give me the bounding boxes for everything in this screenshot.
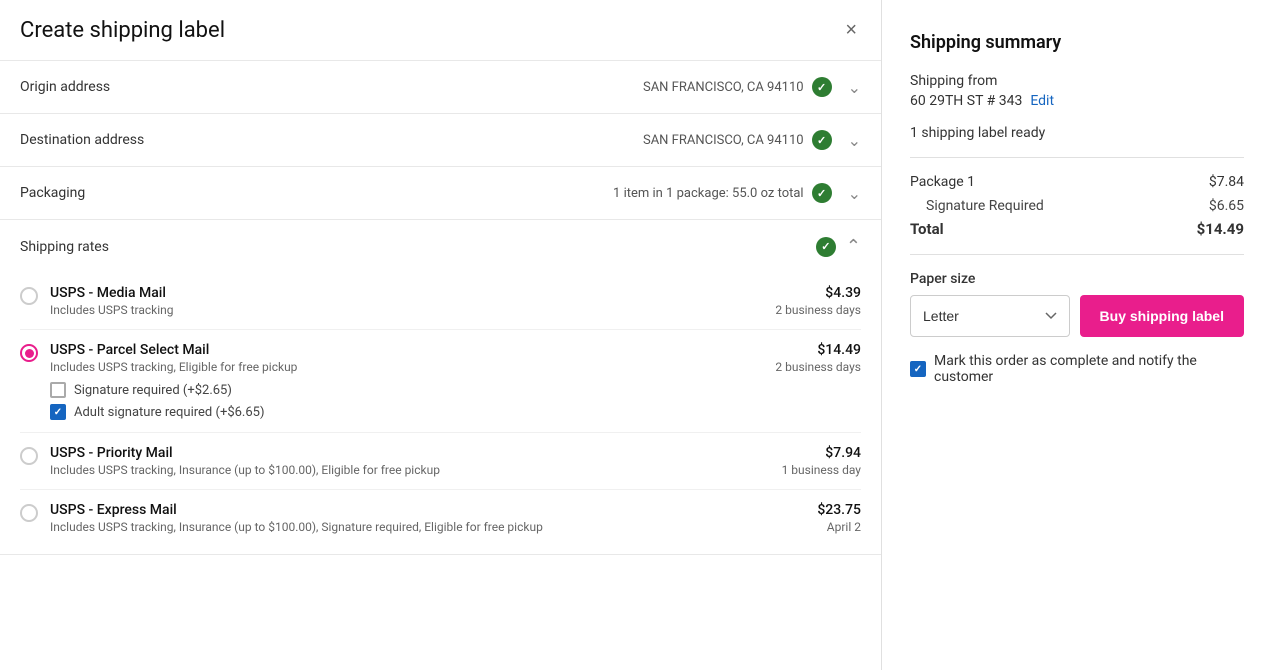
rate-item-priority-mail: USPS - Priority Mail Includes USPS track… xyxy=(20,433,861,490)
paper-size-row: Letter 4x6 Buy shipping label xyxy=(910,295,1244,337)
rate-option-signature: Signature required (+$2.65) xyxy=(50,382,763,398)
signature-required-label: Signature Required xyxy=(926,198,1044,214)
modal-header: Create shipping label × xyxy=(0,0,881,61)
package-price: $7.84 xyxy=(1209,174,1244,190)
notify-checkbox[interactable] xyxy=(910,361,926,377)
rate-amount-media-mail: $4.39 xyxy=(775,285,861,301)
rate-price-media-mail: $4.39 2 business days xyxy=(775,285,861,317)
shipping-rates-label: Shipping rates xyxy=(20,239,816,255)
rate-price-priority-mail: $7.94 1 business day xyxy=(782,445,861,477)
rate-amount-express-mail: $23.75 xyxy=(817,502,861,518)
rate-delivery-parcel-select: 2 business days xyxy=(775,360,861,374)
rate-amount-priority-mail: $7.94 xyxy=(782,445,861,461)
shipping-rates-controls: ⌃ xyxy=(816,236,861,257)
rate-price-parcel-select: $14.49 2 business days xyxy=(775,342,861,374)
rate-delivery-priority-mail: 1 business day xyxy=(782,463,861,477)
rate-info-parcel-select: USPS - Parcel Select Mail Includes USPS … xyxy=(50,342,763,420)
package-label: Package 1 xyxy=(910,174,975,190)
packaging-chevron-icon: ⌄ xyxy=(848,184,861,203)
rate-name-priority-mail: USPS - Priority Mail xyxy=(50,445,770,461)
packaging-verified-icon xyxy=(812,183,832,203)
total-label: Total xyxy=(910,220,944,238)
close-button[interactable]: × xyxy=(841,16,861,44)
origin-address-label: Origin address xyxy=(20,79,200,95)
packaging-value: 1 item in 1 package: 55.0 oz total ⌄ xyxy=(200,183,861,203)
rate-price-express-mail: $23.75 April 2 xyxy=(817,502,861,534)
signature-checkbox[interactable] xyxy=(50,382,66,398)
rate-info-priority-mail: USPS - Priority Mail Includes USPS track… xyxy=(50,445,770,477)
rate-delivery-media-mail: 2 business days xyxy=(775,303,861,317)
rate-name-parcel-select: USPS - Parcel Select Mail xyxy=(50,342,763,358)
origin-address-row[interactable]: Origin address SAN FRANCISCO, CA 94110 ⌄ xyxy=(0,61,881,114)
rate-desc-express-mail: Includes USPS tracking, Insurance (up to… xyxy=(50,520,805,534)
rate-radio-express-mail[interactable] xyxy=(20,504,38,522)
destination-address-text: SAN FRANCISCO, CA 94110 xyxy=(643,133,804,148)
left-panel: Create shipping label × Origin address S… xyxy=(0,0,882,670)
rate-options-parcel-select: Signature required (+$2.65) Adult signat… xyxy=(50,382,763,420)
rate-desc-parcel-select: Includes USPS tracking, Eligible for fre… xyxy=(50,360,763,374)
notify-label: Mark this order as complete and notify t… xyxy=(934,353,1244,385)
adult-signature-label: Adult signature required (+$6.65) xyxy=(74,405,265,420)
modal-title: Create shipping label xyxy=(20,18,225,43)
rate-item-media-mail: USPS - Media Mail Includes USPS tracking… xyxy=(20,273,861,330)
buy-shipping-label-button[interactable]: Buy shipping label xyxy=(1080,295,1244,337)
destination-address-value: SAN FRANCISCO, CA 94110 ⌄ xyxy=(200,130,861,150)
shipping-rates-chevron-icon: ⌃ xyxy=(846,236,861,257)
rate-info-media-mail: USPS - Media Mail Includes USPS tracking xyxy=(50,285,763,317)
notify-row: Mark this order as complete and notify t… xyxy=(910,353,1244,385)
rate-delivery-express-mail: April 2 xyxy=(817,520,861,534)
destination-verified-icon xyxy=(812,130,832,150)
rates-list: USPS - Media Mail Includes USPS tracking… xyxy=(0,273,881,554)
shipping-rates-section: Shipping rates ⌃ USPS - Media Mail Inclu… xyxy=(0,220,881,555)
edit-address-link[interactable]: Edit xyxy=(1030,93,1054,109)
packaging-label: Packaging xyxy=(20,185,200,201)
summary-address-line: 60 29TH ST # 343 Edit xyxy=(910,93,1244,109)
adult-signature-checkbox[interactable] xyxy=(50,404,66,420)
origin-address-text: SAN FRANCISCO, CA 94110 xyxy=(643,80,804,95)
total-price: $14.49 xyxy=(1197,220,1244,238)
summary-package-line: Package 1 $7.84 xyxy=(910,174,1244,190)
summary-signature-line: Signature Required $6.65 xyxy=(910,198,1244,214)
rate-name-media-mail: USPS - Media Mail xyxy=(50,285,763,301)
destination-address-row[interactable]: Destination address SAN FRANCISCO, CA 94… xyxy=(0,114,881,167)
rate-desc-priority-mail: Includes USPS tracking, Insurance (up to… xyxy=(50,463,770,477)
shipping-rates-header[interactable]: Shipping rates ⌃ xyxy=(0,220,881,273)
rate-option-adult-signature: Adult signature required (+$6.65) xyxy=(50,404,763,420)
rate-name-express-mail: USPS - Express Mail xyxy=(50,502,805,518)
summary-title: Shipping summary xyxy=(910,32,1244,53)
shipping-rates-verified-icon xyxy=(816,237,836,257)
origin-verified-icon xyxy=(812,77,832,97)
destination-address-label: Destination address xyxy=(20,132,200,148)
signature-label: Signature required (+$2.65) xyxy=(74,383,232,398)
rate-radio-media-mail[interactable] xyxy=(20,287,38,305)
shipping-from-label: Shipping from xyxy=(910,73,1244,89)
paper-size-label: Paper size xyxy=(910,271,1244,287)
shipping-from-section: Shipping from 60 29TH ST # 343 Edit xyxy=(910,73,1244,109)
rate-info-express-mail: USPS - Express Mail Includes USPS tracki… xyxy=(50,502,805,534)
rate-item-parcel-select: USPS - Parcel Select Mail Includes USPS … xyxy=(20,330,861,433)
packaging-text: 1 item in 1 package: 55.0 oz total xyxy=(613,186,804,201)
summary-ready-text: 1 shipping label ready xyxy=(910,125,1244,141)
paper-size-select[interactable]: Letter 4x6 xyxy=(910,295,1070,337)
rate-radio-parcel-select[interactable] xyxy=(20,344,38,362)
divider-1 xyxy=(910,157,1244,158)
origin-chevron-icon: ⌄ xyxy=(848,78,861,97)
rate-amount-parcel-select: $14.49 xyxy=(775,342,861,358)
right-panel: Shipping summary Shipping from 60 29TH S… xyxy=(882,0,1272,670)
signature-required-price: $6.65 xyxy=(1209,198,1244,214)
rate-radio-priority-mail[interactable] xyxy=(20,447,38,465)
modal: Create shipping label × Origin address S… xyxy=(0,0,1272,670)
summary-total-line: Total $14.49 xyxy=(910,220,1244,238)
rate-desc-media-mail: Includes USPS tracking xyxy=(50,303,763,317)
packaging-row[interactable]: Packaging 1 item in 1 package: 55.0 oz t… xyxy=(0,167,881,220)
rate-item-express-mail: USPS - Express Mail Includes USPS tracki… xyxy=(20,490,861,546)
divider-2 xyxy=(910,254,1244,255)
summary-address-text: 60 29TH ST # 343 xyxy=(910,93,1022,109)
destination-chevron-icon: ⌄ xyxy=(848,131,861,150)
origin-address-value: SAN FRANCISCO, CA 94110 ⌄ xyxy=(200,77,861,97)
